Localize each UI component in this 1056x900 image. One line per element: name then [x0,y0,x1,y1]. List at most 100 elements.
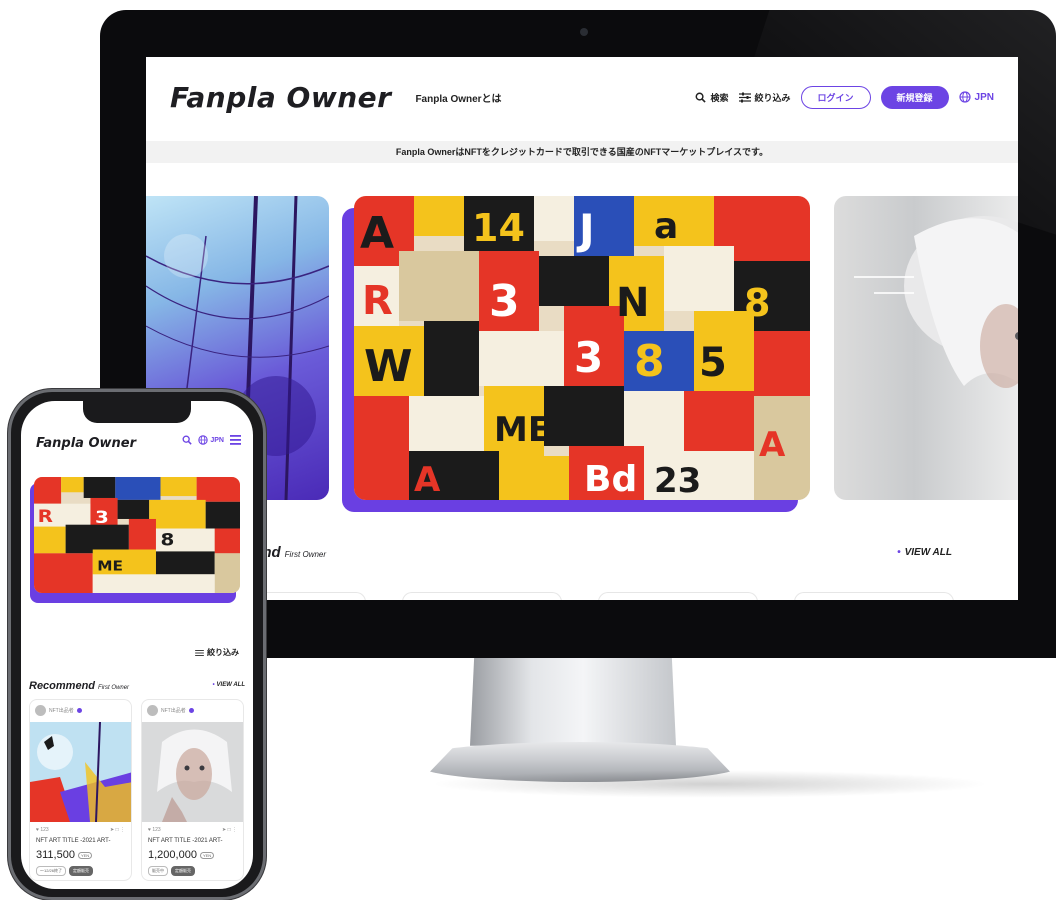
verified-icon [188,708,194,713]
site-logo[interactable]: Fanpla Owner [170,81,391,114]
svg-text:W: W [364,341,413,392]
svg-text:ME: ME [97,560,123,575]
mobile-language-label: JPN [210,436,224,444]
avatar [35,705,46,716]
status-badge: 販売中 [148,866,168,876]
sale-type-badge: 定額販売 [69,866,94,876]
mobile-section-subtitle: First Owner [98,685,130,691]
svg-text:N: N [616,280,649,326]
desktop-screen: Fanpla Owner Fanpla Ownerとは 検索 絞り込み ログイン… [146,57,1018,600]
mobile-hero-artwork: R 3 8 ME [34,477,240,593]
card-artwork [30,722,131,822]
filter-icon [738,92,751,103]
mobile-header-actions: JPN [182,435,241,445]
signup-button[interactable]: 新規登録 [880,85,949,109]
menu-icon[interactable] [230,435,241,445]
svg-text:14: 14 [472,206,525,250]
svg-text:8: 8 [744,281,770,325]
svg-text:Bd: Bd [584,459,637,500]
globe-icon [198,435,209,445]
card-artwork-image [30,722,131,822]
status-badge: 〜12/26終了 [36,866,67,876]
mobile-filter-label: 絞り込み [207,648,239,657]
phone-notch [83,401,191,423]
price-value: 311,500 [36,849,75,861]
nft-card[interactable]: NFT出品者 ♥ 123 ➤ □ ⋮ NFT ART TITLE -2021 A… [141,699,244,881]
globe-icon [958,91,971,103]
svg-text:3: 3 [489,276,520,327]
mobile-section-title: Recommend First Owner [29,680,129,692]
card-owner: NFT出品者 [147,705,194,716]
language-selector[interactable]: JPN [958,91,994,103]
card-likes: ♥ 123 [36,827,49,833]
card-actions: ➤ □ ⋮ [110,827,125,833]
carousel-slide-active[interactable]: A 14 J a R 3 N 8 W 3 8 5 ME A Bd 23 A [342,196,810,512]
share-icon[interactable]: ➤ [222,827,226,833]
svg-text:ME: ME [494,410,551,450]
svg-text:J: J [576,205,595,254]
card-artwork [142,722,243,822]
nft-card[interactable]: NFT出品者 ♥ 123 ➤ □ ⋮ NFT ART TITLE -2021 A… [29,699,132,881]
currency-badge: YEN [77,851,93,859]
svg-text:R: R [362,278,393,324]
more-icon[interactable]: ⋮ [120,827,125,833]
card-tags: 〜12/26終了 定額販売 [36,866,94,876]
svg-text:3: 3 [574,333,603,382]
featured-artwork: A 14 J a R 3 N 8 W 3 8 5 ME A Bd 23 A [354,196,810,500]
section-subtitle: First Owner [284,550,327,559]
nft-card[interactable] [598,592,758,600]
mobile-view-all-link[interactable]: VIEW ALL [212,682,245,688]
svg-text:A: A [360,208,394,259]
bookmark-icon[interactable]: □ [228,827,231,833]
mobile-hero-slide[interactable]: R 3 8 ME [30,477,242,603]
header-nav: 検索 絞り込み ログイン 新規登録 JPN [695,85,994,109]
owner-name: NFT出品者 [161,708,186,714]
card-actions: ➤ □ ⋮ [222,827,237,833]
svg-text:5: 5 [699,340,727,386]
imac-shadow [430,770,990,798]
mobile-screen: Fanpla Owner JPN R 3 8 ME 絞り込み Recommend… [21,401,253,889]
about-link[interactable]: Fanpla Ownerとは [415,90,501,105]
desktop-header: Fanpla Owner Fanpla Ownerとは 検索 絞り込み ログイン… [146,57,1018,137]
heart-icon: ♥ [36,827,39,833]
svg-text:a: a [654,206,678,247]
phone-frame: Fanpla Owner JPN R 3 8 ME 絞り込み Recommend… [8,389,266,900]
search-icon [695,92,707,103]
card-tags: 販売中 定額販売 [148,866,195,876]
card-price: 311,500 YEN [36,849,93,861]
card-likes: ♥ 123 [148,827,161,833]
likes-count: 123 [152,827,161,833]
mobile-language-selector[interactable]: JPN [198,435,224,445]
search-button[interactable]: 検索 [695,91,729,104]
nft-card[interactable] [794,592,954,600]
search-icon[interactable] [182,435,193,445]
info-banner: Fanpla OwnerはNFTをクレジットカードで取引できる国産のNFTマーケ… [146,141,1018,163]
filter-label: 絞り込み [754,92,791,103]
card-title: NFT ART TITLE -2021 ART- [36,838,111,844]
price-value: 1,200,000 [148,849,197,861]
language-label: JPN [974,91,994,103]
mobile-filter-button[interactable]: 絞り込み [195,647,239,658]
avatar [147,705,158,716]
filter-button[interactable]: 絞り込み [738,91,791,104]
login-button[interactable]: ログイン [800,85,871,109]
bookmark-icon[interactable]: □ [116,827,119,833]
svg-text:23: 23 [654,461,701,500]
svg-text:8: 8 [160,531,174,550]
card-price: 1,200,000 YEN [148,849,215,861]
collage-artwork: A 14 J a R 3 N 8 W 3 8 5 ME A Bd 23 A [354,196,810,500]
view-all-link[interactable]: VIEW ALL [897,547,952,558]
svg-text:A: A [759,425,786,465]
nft-card[interactable] [402,592,562,600]
card-owner: NFT出品者 [35,705,82,716]
sale-type-badge: 定額販売 [171,866,195,876]
filter-icon [195,649,204,657]
svg-text:8: 8 [634,336,665,387]
mobile-logo[interactable]: Fanpla Owner [36,436,136,451]
likes-count: 123 [40,827,49,833]
mobile-section-title-text: Recommend [29,680,96,692]
owner-name: NFT出品者 [49,708,74,714]
carousel-slide-next[interactable] [834,196,1018,500]
more-icon[interactable]: ⋮ [232,827,237,833]
share-icon[interactable]: ➤ [110,827,114,833]
